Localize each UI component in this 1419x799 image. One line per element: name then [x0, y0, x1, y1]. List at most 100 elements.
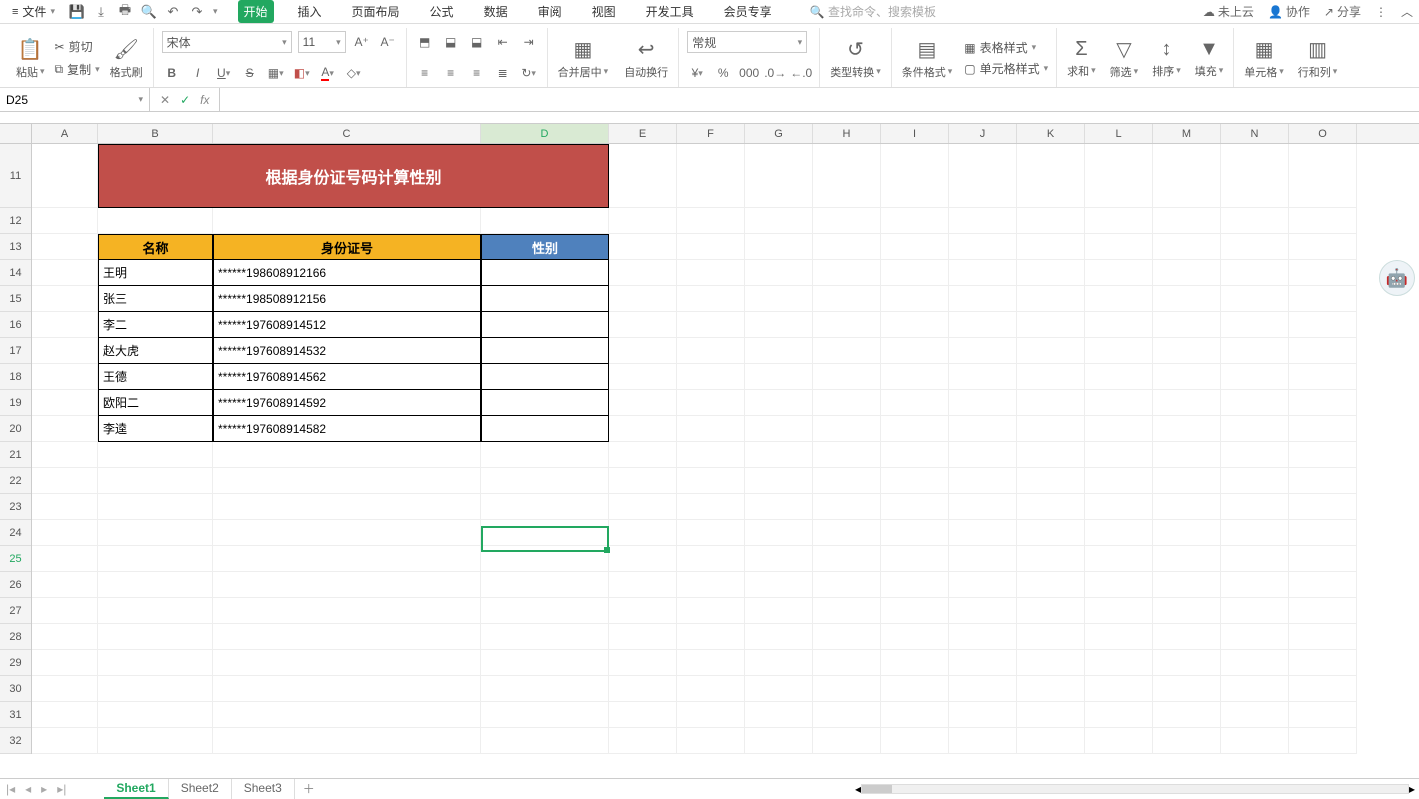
row-header-21[interactable]: 21: [0, 442, 31, 468]
cell-I12[interactable]: [881, 208, 949, 234]
fill-color-icon[interactable]: ◧▾: [292, 63, 312, 83]
cell-K29[interactable]: [1017, 650, 1085, 676]
cell-C32[interactable]: [213, 728, 481, 754]
cell-K25[interactable]: [1017, 546, 1085, 572]
cell-J11[interactable]: [949, 144, 1017, 208]
dec-decimal-icon[interactable]: ←.0: [791, 63, 811, 83]
cell-L25[interactable]: [1085, 546, 1153, 572]
cell-G19[interactable]: [745, 390, 813, 416]
align-left-icon[interactable]: ≡: [415, 63, 435, 83]
cell-I20[interactable]: [881, 416, 949, 442]
cell-I18[interactable]: [881, 364, 949, 390]
cell-H31[interactable]: [813, 702, 881, 728]
cell-D21[interactable]: [481, 442, 609, 468]
cell-J18[interactable]: [949, 364, 1017, 390]
cell-K26[interactable]: [1017, 572, 1085, 598]
formula-input[interactable]: [220, 88, 1419, 111]
cell-F15[interactable]: [677, 286, 745, 312]
cell-C29[interactable]: [213, 650, 481, 676]
row-header-24[interactable]: 24: [0, 520, 31, 546]
cell-N15[interactable]: [1221, 286, 1289, 312]
cell-C23[interactable]: [213, 494, 481, 520]
cell-L27[interactable]: [1085, 598, 1153, 624]
row-header-15[interactable]: 15: [0, 286, 31, 312]
cell-O22[interactable]: [1289, 468, 1357, 494]
indent-inc-icon[interactable]: ⇥: [519, 32, 539, 52]
cell-B23[interactable]: [98, 494, 213, 520]
col-header-E[interactable]: E: [609, 124, 677, 143]
font-size-select[interactable]: 11▾: [298, 31, 346, 53]
filter-button[interactable]: ▽筛选▾: [1108, 30, 1141, 86]
cell-N29[interactable]: [1221, 650, 1289, 676]
cell-G21[interactable]: [745, 442, 813, 468]
cell-I15[interactable]: [881, 286, 949, 312]
cell-E27[interactable]: [609, 598, 677, 624]
cell-I13[interactable]: [881, 234, 949, 260]
cell-F28[interactable]: [677, 624, 745, 650]
cell-L11[interactable]: [1085, 144, 1153, 208]
decrease-font-icon[interactable]: A⁻: [378, 32, 398, 52]
cell-A16[interactable]: [32, 312, 98, 338]
cell-C30[interactable]: [213, 676, 481, 702]
cell-M23[interactable]: [1153, 494, 1221, 520]
cell-D12[interactable]: [481, 208, 609, 234]
cell-H12[interactable]: [813, 208, 881, 234]
header-id[interactable]: 身份证号: [213, 234, 481, 260]
cell-J27[interactable]: [949, 598, 1017, 624]
cell-F31[interactable]: [677, 702, 745, 728]
tab-review[interactable]: 审阅: [532, 0, 568, 23]
cell-style-button[interactable]: ▢单元格样式▾: [964, 60, 1048, 77]
cell-O15[interactable]: [1289, 286, 1357, 312]
cell-J28[interactable]: [949, 624, 1017, 650]
cell-I14[interactable]: [881, 260, 949, 286]
cell-L32[interactable]: [1085, 728, 1153, 754]
row-header-17[interactable]: 17: [0, 338, 31, 364]
cell-K21[interactable]: [1017, 442, 1085, 468]
inc-decimal-icon[interactable]: .0→: [765, 63, 785, 83]
cell-A21[interactable]: [32, 442, 98, 468]
cell-H21[interactable]: [813, 442, 881, 468]
cell-O32[interactable]: [1289, 728, 1357, 754]
cell-N14[interactable]: [1221, 260, 1289, 286]
cell-G27[interactable]: [745, 598, 813, 624]
cell-G24[interactable]: [745, 520, 813, 546]
cell-I24[interactable]: [881, 520, 949, 546]
cell-L31[interactable]: [1085, 702, 1153, 728]
scroll-thumb[interactable]: [862, 785, 892, 793]
cell-D27[interactable]: [481, 598, 609, 624]
cell-I19[interactable]: [881, 390, 949, 416]
tab-dev[interactable]: 开发工具: [640, 0, 700, 23]
cell-M15[interactable]: [1153, 286, 1221, 312]
row-header-30[interactable]: 30: [0, 676, 31, 702]
cell-N16[interactable]: [1221, 312, 1289, 338]
cell-H19[interactable]: [813, 390, 881, 416]
cell-A24[interactable]: [32, 520, 98, 546]
cell-K27[interactable]: [1017, 598, 1085, 624]
copy-button[interactable]: ⧉复制▾: [55, 61, 100, 78]
cell-K16[interactable]: [1017, 312, 1085, 338]
cell-J22[interactable]: [949, 468, 1017, 494]
save-icon[interactable]: 💾: [69, 4, 85, 20]
row-header-12[interactable]: 12: [0, 208, 31, 234]
cell-I31[interactable]: [881, 702, 949, 728]
row-header-23[interactable]: 23: [0, 494, 31, 520]
justify-icon[interactable]: ≣: [493, 63, 513, 83]
cell-G30[interactable]: [745, 676, 813, 702]
cell-I25[interactable]: [881, 546, 949, 572]
cell-G15[interactable]: [745, 286, 813, 312]
row-header-25[interactable]: 25: [0, 546, 31, 572]
cell-N24[interactable]: [1221, 520, 1289, 546]
cell-N12[interactable]: [1221, 208, 1289, 234]
cell-F25[interactable]: [677, 546, 745, 572]
cell-H11[interactable]: [813, 144, 881, 208]
border-icon[interactable]: ▦▾: [266, 63, 286, 83]
cell-D16[interactable]: [481, 312, 609, 338]
cell-H13[interactable]: [813, 234, 881, 260]
undo-icon[interactable]: ↶: [165, 4, 181, 20]
cell-M24[interactable]: [1153, 520, 1221, 546]
cell-M17[interactable]: [1153, 338, 1221, 364]
cell-G28[interactable]: [745, 624, 813, 650]
cell-F17[interactable]: [677, 338, 745, 364]
align-middle-icon[interactable]: ⬓: [441, 32, 461, 52]
cell-M21[interactable]: [1153, 442, 1221, 468]
